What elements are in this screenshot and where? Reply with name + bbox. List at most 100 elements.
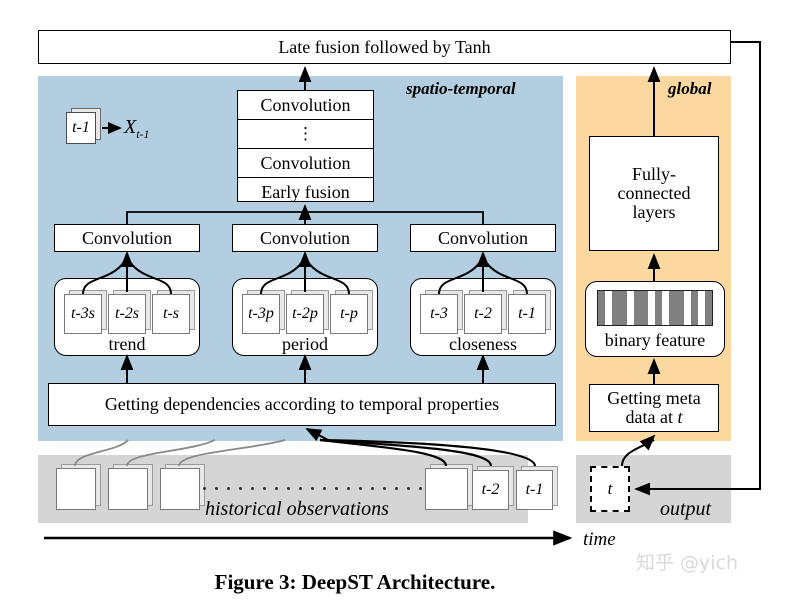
closeness-card-0-front: t-3 bbox=[420, 294, 458, 334]
trend-card-2-label: t-s bbox=[163, 305, 179, 322]
history-card-2-front bbox=[160, 468, 200, 510]
closeness-card-0[interactable]: t-3 bbox=[420, 290, 463, 334]
meta-data-line-1: data at t bbox=[625, 407, 683, 427]
period-card-1-label: t-2p bbox=[292, 305, 318, 322]
legend-variable-symbol: X bbox=[124, 116, 137, 138]
period-card-1-front: t-2p bbox=[286, 294, 324, 334]
meta-data-box[interactable]: Getting meta data at t bbox=[589, 384, 719, 432]
time-axis-label: time bbox=[583, 529, 616, 550]
legend-variable-subscript: t-1 bbox=[136, 127, 150, 141]
binary-feature-bit bbox=[633, 291, 641, 325]
output-card[interactable]: t bbox=[590, 466, 630, 512]
period-card-2-front: t-p bbox=[330, 294, 368, 334]
period-card-1[interactable]: t-2p bbox=[286, 290, 329, 334]
dependency-box[interactable]: Getting dependencies according to tempor… bbox=[48, 383, 556, 426]
binary-feature-bit bbox=[626, 291, 634, 325]
historical-observations-label: historical observations bbox=[205, 498, 389, 520]
binary-feature-bit bbox=[655, 291, 663, 325]
conv-box-trend[interactable]: Convolution bbox=[54, 224, 200, 252]
figure-root: spatio-temporal global Late fusion follo… bbox=[0, 0, 790, 607]
conv-stack-row-0[interactable]: Convolution bbox=[238, 91, 373, 120]
history-card-3[interactable] bbox=[425, 464, 473, 510]
binary-feature-bit bbox=[612, 291, 620, 325]
late-fusion-label: Late fusion followed by Tanh bbox=[278, 36, 491, 57]
output-card-label: t bbox=[607, 479, 613, 498]
watermark: 知乎 @yich bbox=[636, 552, 739, 574]
trend-card-1-label: t-2s bbox=[115, 305, 139, 322]
binary-feature-bit bbox=[619, 291, 627, 325]
conv-box-closeness[interactable]: Convolution bbox=[410, 224, 556, 252]
trend-card-2-front: t-s bbox=[152, 294, 190, 334]
history-card-3-front bbox=[425, 468, 468, 510]
conv-stack-row-0-label: Convolution bbox=[260, 94, 351, 115]
group-trend-caption: trend bbox=[108, 334, 146, 354]
history-card-0[interactable] bbox=[56, 464, 101, 510]
conv-box-period-label: Convolution bbox=[259, 227, 350, 248]
closeness-card-2-label: t-1 bbox=[518, 305, 536, 322]
period-card-2-label: t-p bbox=[340, 305, 358, 322]
conv-stack-row-2-label: Convolution bbox=[260, 152, 351, 173]
trend-card-2[interactable]: t-s bbox=[152, 290, 195, 334]
history-card-4-label: t-2 bbox=[481, 481, 500, 498]
binary-feature-bit bbox=[640, 291, 648, 325]
binary-feature-bit bbox=[598, 291, 606, 325]
fully-connected-line-0: Fully- bbox=[631, 164, 676, 185]
legend-variable: Xt-1 bbox=[124, 116, 150, 142]
fully-connected-box[interactable]: Fully- connected layers bbox=[589, 136, 719, 251]
history-card-4[interactable]: t-2 bbox=[472, 466, 514, 510]
late-fusion-box[interactable]: Late fusion followed by Tanh bbox=[38, 30, 731, 64]
trend-card-0[interactable]: t-3s bbox=[64, 290, 107, 334]
history-ellipsis bbox=[203, 487, 458, 490]
conv-box-period[interactable]: Convolution bbox=[232, 224, 378, 252]
legend-card: t-1 bbox=[66, 108, 101, 144]
conv-stack-row-1: ⋮ bbox=[238, 120, 373, 149]
history-card-5[interactable]: t-1 bbox=[516, 466, 558, 510]
history-card-0-front bbox=[56, 468, 96, 510]
binary-feature-bit bbox=[676, 291, 684, 325]
history-card-2[interactable] bbox=[160, 464, 205, 510]
trend-card-1[interactable]: t-2s bbox=[108, 290, 151, 334]
period-card-2[interactable]: t-p bbox=[330, 290, 373, 334]
legend-card-front: t-1 bbox=[66, 112, 96, 144]
period-card-0[interactable]: t-3p bbox=[242, 290, 285, 334]
trend-card-1-front: t-2s bbox=[108, 294, 146, 334]
history-card-4-front: t-2 bbox=[472, 470, 509, 510]
closeness-card-1-label: t-2 bbox=[474, 305, 492, 322]
closeness-card-1-front: t-2 bbox=[464, 294, 502, 334]
dependency-box-label: Getting dependencies according to tempor… bbox=[104, 394, 500, 415]
binary-feature-bit bbox=[662, 291, 670, 325]
conv-stack: Convolution ⋮ Convolution Early fusion bbox=[237, 90, 374, 202]
binary-feature-bit bbox=[647, 291, 655, 325]
global-panel-label: global bbox=[668, 79, 712, 98]
fully-connected-line-1: connected bbox=[617, 183, 691, 204]
binary-feature-bit bbox=[704, 291, 712, 325]
binary-feature-bar bbox=[597, 290, 713, 326]
closeness-card-2[interactable]: t-1 bbox=[508, 290, 551, 334]
spatio-temporal-panel-label: spatio-temporal bbox=[406, 79, 516, 98]
history-card-5-label: t-1 bbox=[525, 481, 544, 498]
group-closeness-caption: closeness bbox=[449, 334, 517, 354]
conv-stack-ellipsis: ⋮ bbox=[297, 123, 314, 143]
history-card-1-front bbox=[108, 468, 148, 510]
closeness-card-0-label: t-3 bbox=[430, 305, 448, 322]
conv-stack-row-3[interactable]: Early fusion bbox=[238, 178, 373, 206]
output-label: output bbox=[660, 498, 712, 520]
binary-feature-bit bbox=[605, 291, 613, 325]
binary-feature-label: binary feature bbox=[604, 330, 706, 350]
trend-card-0-label: t-3s bbox=[71, 305, 95, 322]
period-card-0-front: t-3p bbox=[242, 294, 280, 334]
binary-feature-bit bbox=[683, 291, 691, 325]
group-period-caption: period bbox=[282, 334, 328, 354]
trend-card-0-front: t-3s bbox=[64, 294, 102, 334]
binary-feature-bit bbox=[697, 291, 705, 325]
conv-stack-row-2[interactable]: Convolution bbox=[238, 149, 373, 178]
figure-caption: Figure 3: DeepST Architecture. bbox=[214, 570, 496, 594]
closeness-card-2-front: t-1 bbox=[508, 294, 546, 334]
closeness-card-1[interactable]: t-2 bbox=[464, 290, 507, 334]
fully-connected-line-2: layers bbox=[632, 201, 676, 222]
history-card-1[interactable] bbox=[108, 464, 153, 510]
history-card-5-front: t-1 bbox=[516, 470, 553, 510]
legend-group: t-1 Xt-1 bbox=[66, 108, 216, 148]
conv-stack-row-3-label: Early fusion bbox=[261, 181, 350, 202]
binary-feature-bit bbox=[669, 291, 677, 325]
